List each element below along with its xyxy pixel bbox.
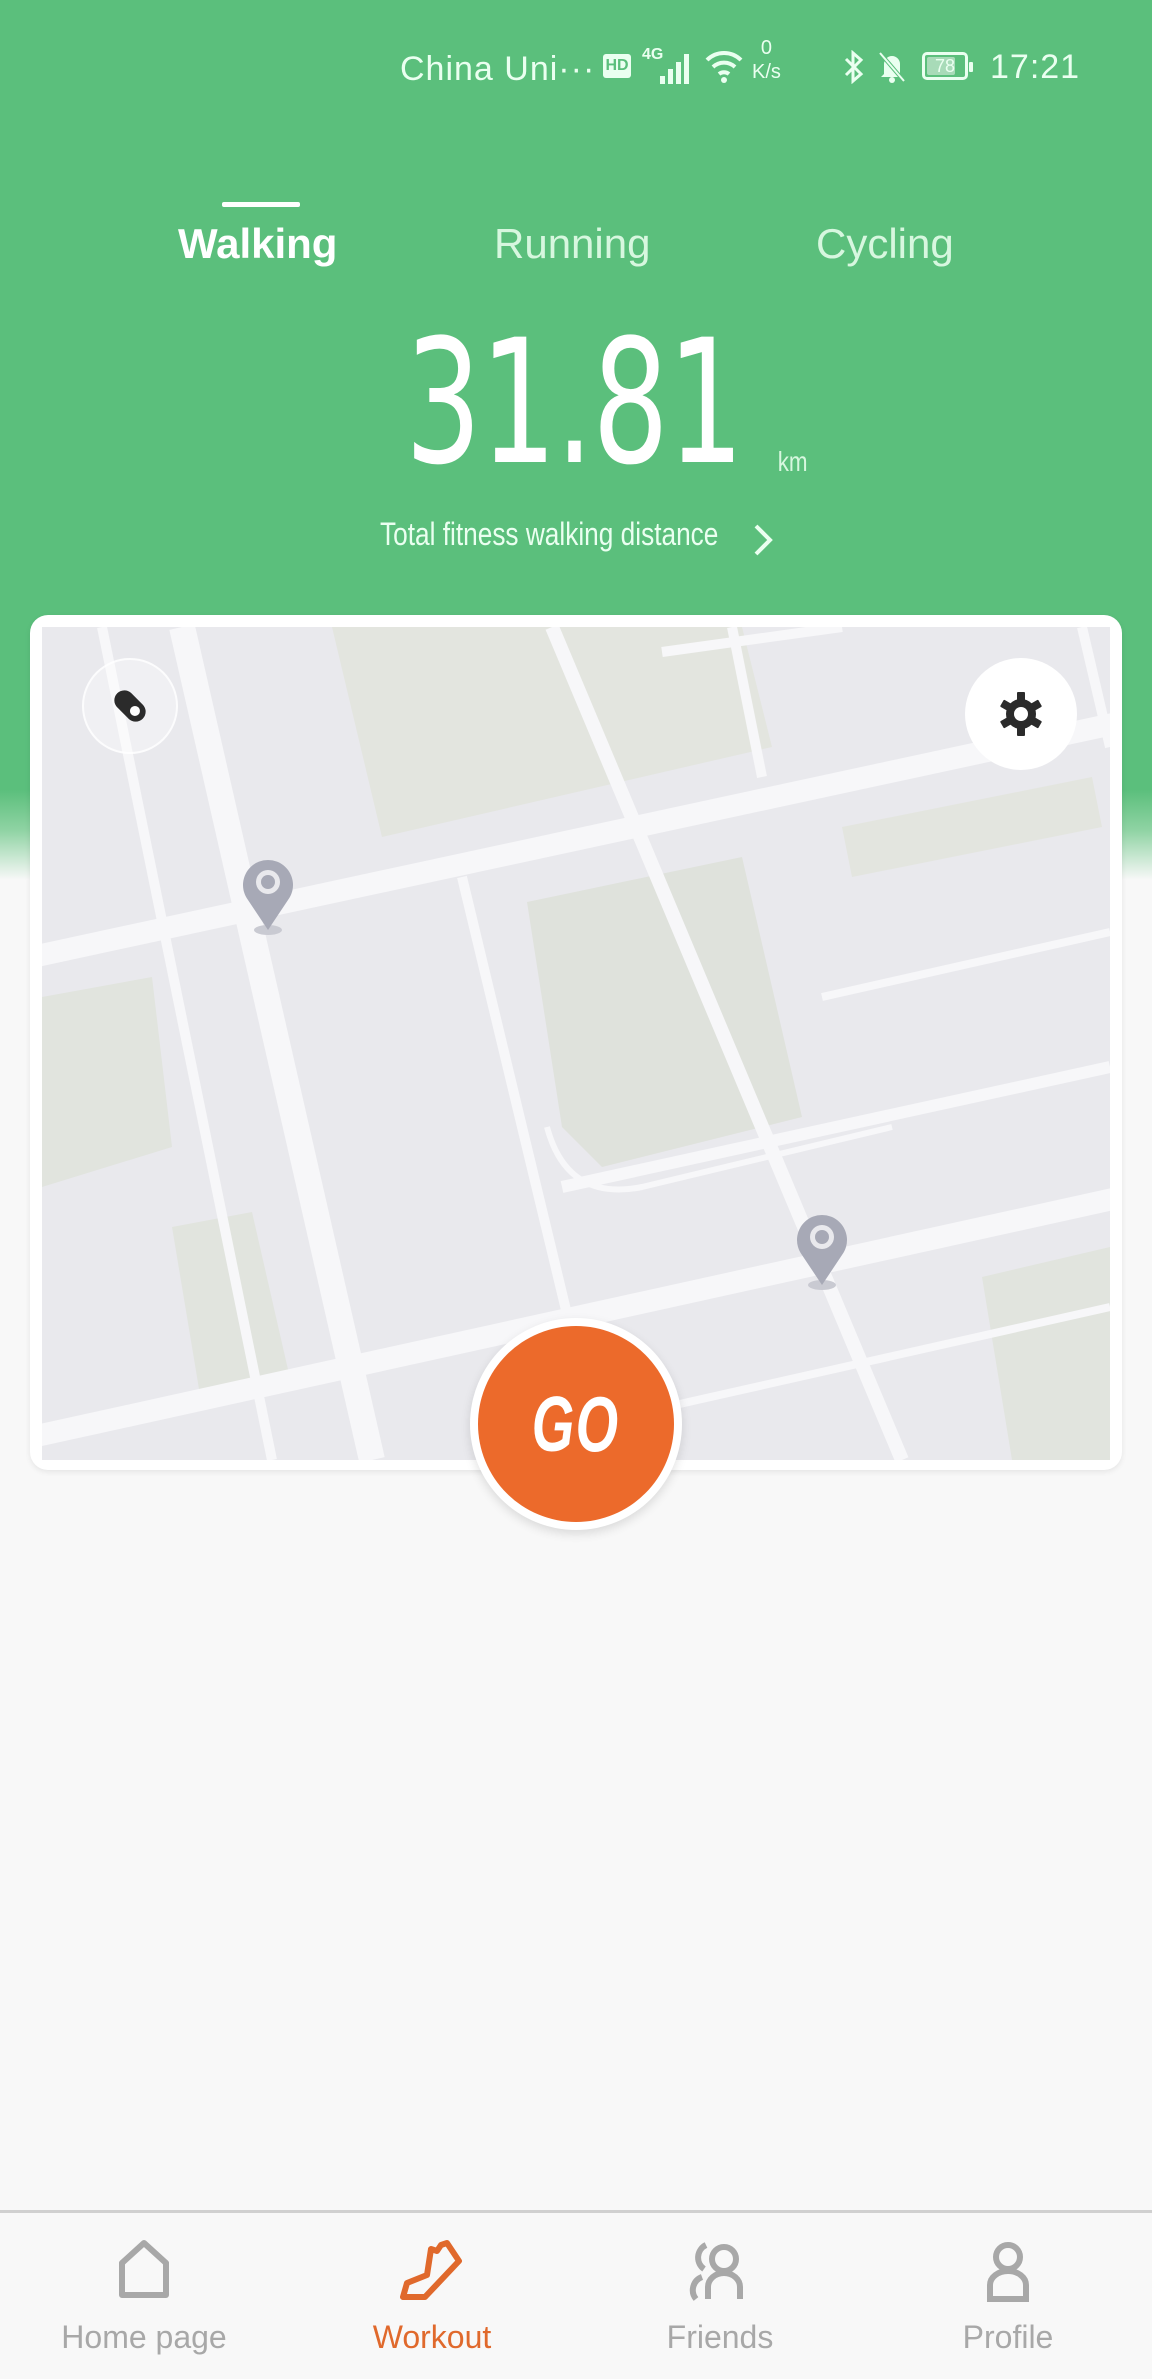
location-pin-icon[interactable] — [784, 1207, 860, 1291]
go-label: GO — [532, 1379, 620, 1468]
tab-walking[interactable]: Walking — [178, 220, 337, 268]
hd-badge: HD — [603, 54, 631, 78]
friends-icon — [689, 2242, 743, 2301]
lock-icon — [114, 690, 146, 722]
nav-home[interactable]: Home page — [0, 2213, 288, 2379]
total-distance-link[interactable]: Total fitness walking distance — [380, 516, 718, 553]
nav-home-label: Home page — [61, 2319, 227, 2355]
settings-button[interactable] — [965, 658, 1077, 770]
clock: 17:21 — [990, 48, 1081, 86]
tab-running[interactable]: Running — [494, 220, 650, 268]
lock-screen-button[interactable] — [82, 658, 178, 754]
gear-icon — [1000, 692, 1042, 736]
distance-value: 31.81 — [405, 302, 744, 503]
activity-tabs: Walking Running Cycling — [0, 200, 1152, 290]
go-button[interactable]: GO — [470, 1318, 682, 1530]
nav-profile-label: Profile — [962, 2319, 1054, 2355]
speed-value: 0 — [760, 37, 773, 59]
home-icon — [119, 2240, 169, 2298]
battery-level: 78 — [934, 56, 956, 76]
battery-icon: 78 — [922, 52, 973, 80]
status-bar: China Uni··· HD 4G 0 K/s 78 17:21 — [0, 37, 1152, 96]
signal-icon — [660, 50, 696, 84]
profile-icon — [987, 2242, 1029, 2302]
speed-unit: K/s — [752, 61, 781, 83]
nav-friends-label: Friends — [666, 2319, 774, 2355]
bottom-nav: Home page Workout Friends Profile — [0, 2210, 1152, 2379]
bluetooth-icon — [844, 50, 864, 84]
nav-workout-label: Workout — [372, 2319, 492, 2355]
tab-cycling[interactable]: Cycling — [816, 220, 954, 268]
network-speed: 0 K/s — [752, 36, 781, 84]
bell-muted-icon — [878, 51, 906, 83]
nav-profile[interactable]: Profile — [864, 2213, 1152, 2379]
location-pin-icon[interactable] — [230, 852, 306, 936]
nav-workout[interactable]: Workout — [288, 2213, 576, 2379]
chevron-right-icon[interactable] — [744, 520, 784, 560]
shoe-icon — [400, 2240, 462, 2300]
nav-friends[interactable]: Friends — [576, 2213, 864, 2379]
distance-unit: km — [777, 446, 808, 477]
wifi-icon — [705, 50, 743, 83]
carrier-name: China Uni··· — [400, 50, 596, 88]
